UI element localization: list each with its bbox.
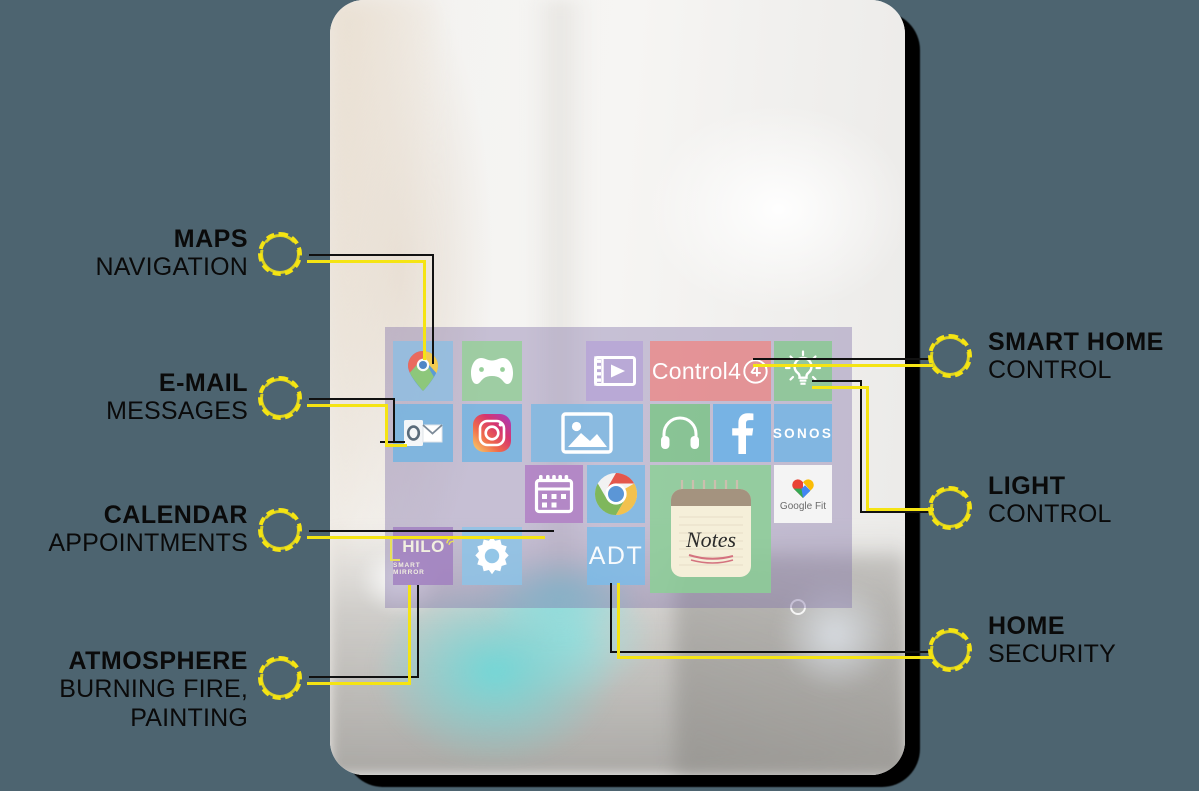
connector-calendar-h	[309, 530, 554, 532]
connector-email-h-accent	[307, 404, 387, 407]
callout-smarthome-subtitle: CONTROL	[988, 356, 1112, 384]
callout-email-marker[interactable]	[258, 376, 302, 420]
connector-security-h	[610, 651, 932, 653]
callout-smarthome-title: SMART HOME	[988, 328, 1164, 356]
headphones-tile[interactable]	[650, 404, 710, 462]
callout-security-subtitle: SECURITY	[988, 640, 1117, 668]
connector-maps-h-accent	[307, 260, 426, 263]
callout-light: LIGHT CONTROL	[988, 473, 1199, 529]
connector-smarthome-h-accent	[753, 364, 933, 367]
callout-maps-subtitle: NAVIGATION	[95, 253, 248, 281]
movies-tile[interactable]	[586, 341, 643, 401]
gear-icon	[475, 536, 509, 575]
connector-email-h2	[380, 441, 405, 443]
callout-light-marker[interactable]	[928, 486, 972, 530]
connector-calendar-h-accent	[307, 536, 545, 539]
instagram-icon	[473, 414, 511, 452]
headphones-icon	[661, 416, 699, 449]
adt-tile[interactable]: ADT	[587, 527, 645, 585]
callout-maps: MAPS NAVIGATION	[0, 226, 248, 282]
hilo-label: HILO	[402, 536, 445, 556]
photos-tile[interactable]	[531, 404, 643, 462]
connector-light-v-accent	[866, 386, 869, 511]
connector-light-h2	[860, 511, 932, 513]
callout-security-title: HOME	[988, 612, 1065, 640]
connector-atmosphere-h-accent	[307, 682, 409, 685]
outlook-tile[interactable]	[393, 404, 453, 462]
calendar-icon	[534, 475, 574, 514]
callout-calendar: CALENDAR APPOINTMENTS	[0, 502, 248, 558]
callout-smarthome: SMART HOME CONTROL	[988, 329, 1199, 385]
adt-label: ADT	[588, 541, 644, 570]
callout-calendar-subtitle: APPOINTMENTS	[48, 529, 248, 557]
callout-maps-marker[interactable]	[258, 232, 302, 276]
sonos-tile[interactable]: SONOS	[772, 404, 834, 462]
instagram-tile[interactable]	[462, 404, 522, 462]
xbox-tile[interactable]	[462, 341, 522, 401]
notes-notepad-icon: Notes	[670, 480, 751, 577]
callout-email: E-MAIL MESSAGES	[0, 370, 248, 426]
outlook-icon	[404, 420, 443, 446]
callout-security-marker[interactable]	[928, 628, 972, 672]
hilo-sublabel: SMART MIRROR	[393, 561, 425, 576]
connector-email-h	[309, 398, 395, 400]
photo-image-icon	[561, 412, 613, 454]
connector-security-h-accent	[617, 656, 934, 659]
hilo-bracket-icon	[390, 536, 401, 561]
control4-logo	[743, 358, 768, 384]
app-grid-panel: Control4 SONOS Notes Google Fit HILO SMA…	[385, 327, 852, 608]
sonos-label: SONOS	[772, 425, 834, 441]
chrome-tile[interactable]	[587, 465, 645, 523]
facebook-tile[interactable]	[713, 404, 771, 462]
connector-atmosphere-v-accent	[408, 585, 411, 685]
google-fit-heart-icon	[792, 478, 814, 498]
connector-light-h	[812, 380, 862, 382]
notes-label: Notes	[684, 527, 735, 552]
callout-light-subtitle: CONTROL	[988, 500, 1112, 528]
connector-atmosphere-v	[417, 585, 419, 677]
callout-security: HOME SECURITY	[988, 613, 1199, 669]
callout-atmosphere-marker[interactable]	[258, 656, 302, 700]
connector-maps-h	[309, 254, 434, 256]
connector-email-h2-accent	[385, 444, 407, 447]
connector-light-h-accent	[812, 386, 868, 389]
callout-calendar-marker[interactable]	[258, 508, 302, 552]
notes-tile[interactable]: Notes	[650, 465, 771, 593]
callout-light-title: LIGHT	[988, 472, 1066, 500]
connector-security-v-accent	[617, 583, 620, 657]
callout-smarthome-marker[interactable]	[928, 334, 972, 378]
callout-atmosphere-subtitle-1: BURNING FIRE,	[59, 675, 248, 703]
googlefit-tile[interactable]: Google Fit	[774, 465, 832, 523]
connector-light-v	[860, 380, 862, 512]
calendar-tile[interactable]	[525, 465, 583, 523]
xbox-controller-icon	[471, 358, 513, 384]
connector-security-v	[610, 583, 612, 653]
connector-email-v-accent	[385, 404, 388, 446]
connector-light-h2-accent	[866, 508, 934, 511]
connector-atmosphere-h	[309, 676, 419, 678]
connector-maps-v-accent	[423, 260, 426, 360]
callout-atmosphere: ATMOSPHERE BURNING FIRE, PAINTING	[0, 648, 248, 733]
chrome-icon	[594, 473, 638, 515]
google-fit-label: Google Fit	[779, 500, 827, 512]
callout-maps-title: MAPS	[173, 225, 248, 253]
connector-smarthome-h	[753, 358, 931, 360]
control4-tile[interactable]: Control4	[650, 341, 771, 401]
facebook-icon	[732, 413, 754, 454]
callout-email-title: E-MAIL	[158, 369, 248, 397]
control4-label: Control4	[651, 357, 742, 384]
callout-atmosphere-title: ATMOSPHERE	[68, 647, 248, 675]
callout-email-subtitle: MESSAGES	[106, 397, 248, 425]
connector-maps-v	[432, 254, 434, 364]
film-play-icon	[593, 356, 636, 386]
light-tile[interactable]	[774, 341, 832, 401]
callout-calendar-title: CALENDAR	[103, 501, 248, 529]
callout-atmosphere-subtitle-2: PAINTING	[130, 704, 248, 732]
connector-email-v	[393, 398, 395, 442]
